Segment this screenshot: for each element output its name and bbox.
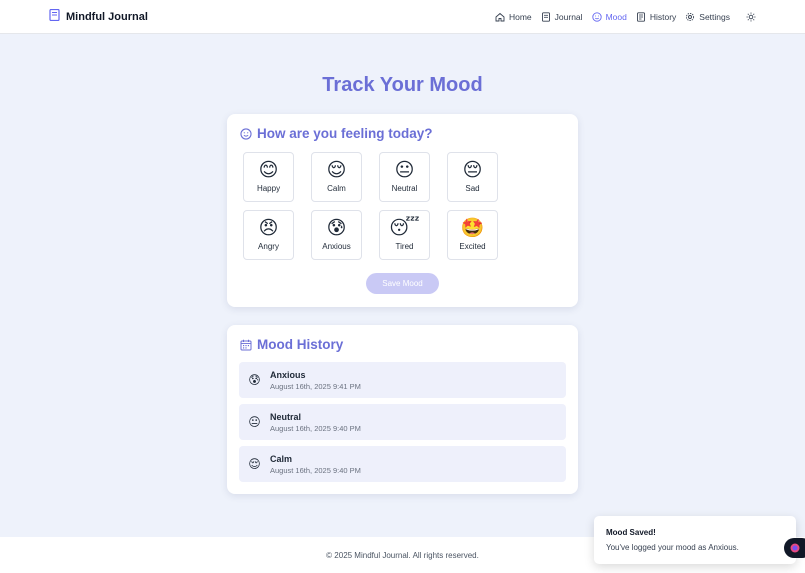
brand-title: Mindful Journal [66, 10, 148, 23]
mood-option-label: Calm [327, 184, 346, 193]
nav-settings-label: Settings [699, 11, 730, 22]
angry-emoji-icon: 😠 [258, 218, 279, 239]
nav-mood[interactable]: Mood [591, 11, 627, 22]
mood-option-neutral[interactable]: 😐 Neutral [379, 152, 430, 202]
nav-settings[interactable]: Settings [685, 12, 730, 22]
history-card-header: Mood History [240, 337, 343, 352]
history-item[interactable]: 😰 Anxious August 16th, 2025 9:41 PM [239, 362, 566, 398]
history-item-mood: Calm [270, 453, 293, 464]
mood-option-label: Tired [395, 242, 414, 251]
mood-grid: 😊 Happy 😌 Calm 😐 Neutral 😔 Sad 😠 Angry 😰 Anxio… [243, 152, 563, 260]
mood-option-sad[interactable]: 😔 Sad [447, 152, 498, 202]
nav-journal[interactable]: Journal [541, 12, 583, 22]
mood-selector-card: How are you feeling today? 😊 Happy 😌 Calm … [227, 114, 578, 307]
history-card-heading: Mood History [257, 337, 344, 352]
save-mood-button[interactable]: Save Mood [366, 273, 439, 294]
calendar-icon [240, 339, 252, 350]
theme-toggle-button[interactable] [745, 11, 757, 23]
mood-option-anxious[interactable]: 😰 Anxious [311, 210, 362, 260]
mood-option-label: Neutral [391, 184, 418, 193]
nav-home-label: Home [508, 11, 532, 22]
nav-history-label: History [649, 11, 677, 22]
mood-option-happy[interactable]: 😊 Happy [243, 152, 294, 202]
mood-option-label: Excited [459, 242, 486, 251]
history-item-mood: Anxious [270, 369, 306, 380]
happy-emoji-icon: 😊 [258, 160, 279, 181]
mood-option-angry[interactable]: 😠 Angry [243, 210, 294, 260]
history-list: 😰 Anxious August 16th, 2025 9:41 PM 😐 Ne… [239, 362, 566, 482]
history-item[interactable]: 😌 Calm August 16th, 2025 9:40 PM [239, 446, 566, 482]
mood-option-tired[interactable]: 😴 Tired [379, 210, 430, 260]
mood-card-header: How are you feeling today? [240, 126, 433, 141]
floating-assistant-button[interactable] [784, 538, 805, 558]
tired-emoji-icon: 😴 [389, 218, 420, 239]
history-item[interactable]: 😐 Neutral August 16th, 2025 9:40 PM [239, 404, 566, 440]
nav-mood-label: Mood [605, 11, 627, 22]
excited-emoji-icon: 🤩 [460, 218, 485, 239]
nav-history[interactable]: History [636, 12, 676, 22]
history-icon [636, 11, 645, 22]
mood-option-calm[interactable]: 😌 Calm [311, 152, 362, 202]
sun-icon [746, 12, 756, 21]
smile-icon [240, 127, 252, 140]
toast-notification[interactable]: Mood Saved! You've logged your mood as A… [594, 516, 796, 564]
nav-journal-label: Journal [554, 11, 583, 22]
mood-option-label: Angry [258, 242, 279, 251]
page-title: Track Your Mood [322, 74, 483, 96]
mood-option-label: Anxious [322, 242, 351, 251]
footer-copyright: © 2025 Mindful Journal. All rights reser… [326, 550, 479, 560]
anxious-emoji-icon: 😰 [248, 373, 261, 387]
history-item-time: August 16th, 2025 9:40 PM [270, 465, 361, 475]
journal-icon [541, 11, 550, 22]
anxious-emoji-icon: 😰 [326, 218, 347, 239]
app-badge-icon [790, 543, 800, 553]
toast-message: You've logged your mood as Anxious. [606, 543, 739, 552]
history-item-time: August 16th, 2025 9:40 PM [270, 423, 361, 433]
nav-home[interactable]: Home [495, 12, 532, 22]
calm-emoji-icon: 😌 [326, 160, 347, 181]
neutral-emoji-icon: 😐 [394, 160, 415, 181]
home-icon [495, 12, 505, 21]
mood-card-heading: How are you feeling today? [257, 126, 433, 141]
journal-logo-icon [49, 8, 60, 26]
calm-emoji-icon: 😌 [248, 457, 261, 471]
mood-history-card: Mood History 😰 Anxious August 16th, 2025… [227, 325, 578, 494]
top-navbar: Mindful Journal Home Journal Mood Histor… [0, 0, 805, 34]
main-nav: Home Journal Mood History Settings [495, 11, 757, 23]
sad-emoji-icon: 😔 [462, 160, 483, 181]
neutral-emoji-icon: 😐 [248, 415, 261, 429]
mood-option-excited[interactable]: 🤩 Excited [447, 210, 498, 260]
toast-title: Mood Saved! [606, 528, 656, 537]
brand[interactable]: Mindful Journal [49, 8, 148, 26]
smile-icon [591, 11, 602, 22]
gear-icon [686, 12, 695, 21]
mood-option-label: Happy [256, 184, 281, 193]
history-item-mood: Neutral [270, 411, 302, 422]
mood-option-label: Sad [465, 184, 480, 193]
history-item-time: August 16th, 2025 9:41 PM [270, 381, 361, 391]
